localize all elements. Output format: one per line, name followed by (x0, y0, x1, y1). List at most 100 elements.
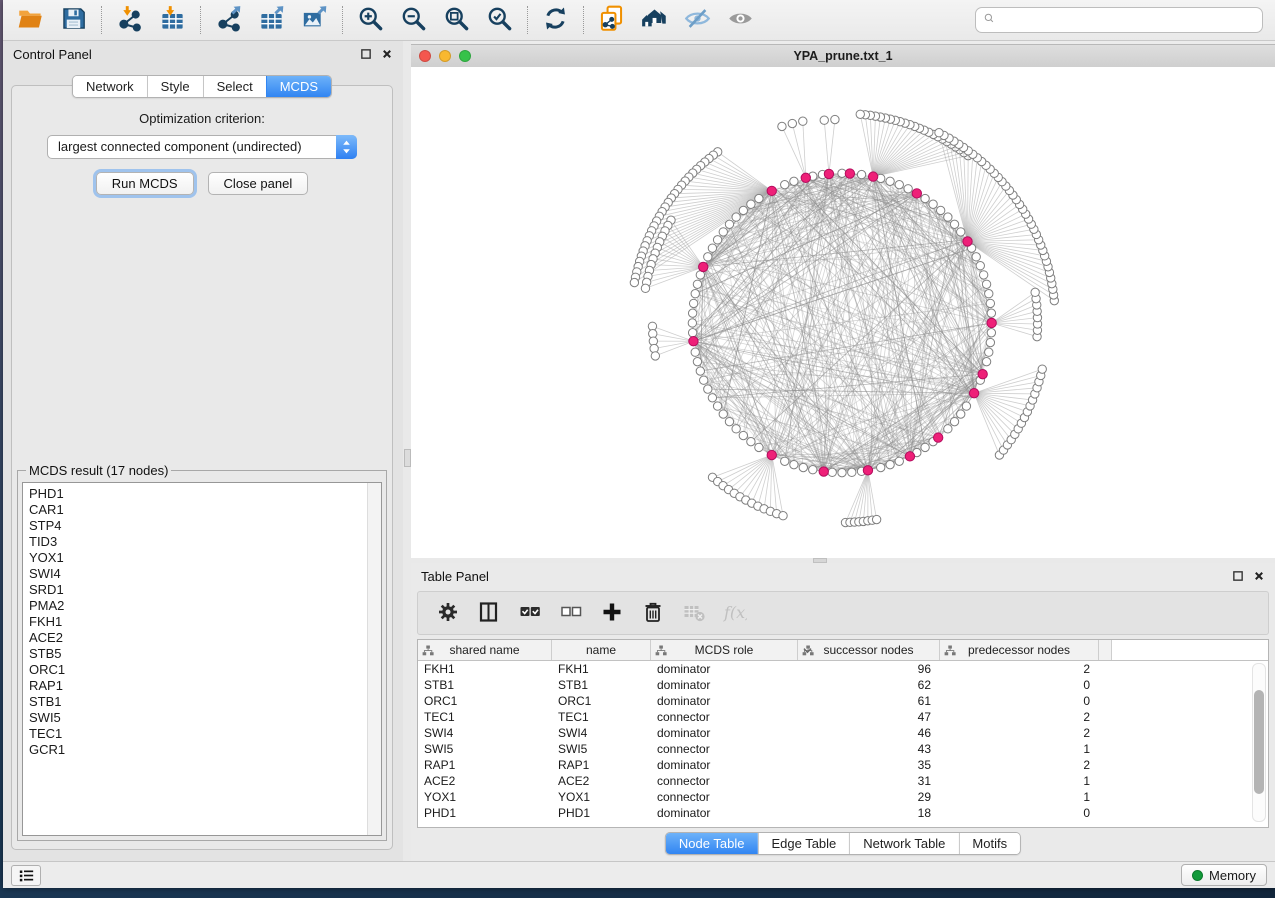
table-row[interactable]: ORC1ORC1dominator610 (418, 693, 1268, 709)
show-columns-button[interactable] (477, 600, 501, 627)
tab-select[interactable]: Select (203, 76, 266, 97)
import-network-button[interactable] (116, 5, 143, 35)
criterion-dropdown[interactable]: largest connected component (undirected) (47, 135, 357, 159)
cell: connector (651, 790, 798, 804)
export-network-button[interactable] (215, 5, 242, 35)
clone-network-button[interactable] (598, 5, 625, 35)
zoom-selected-button[interactable] (486, 5, 513, 35)
table-row[interactable]: PHD1PHD1dominator180 (418, 805, 1268, 821)
mcds-result-item[interactable]: STB5 (29, 646, 381, 662)
tab-network-table[interactable]: Network Table (849, 833, 958, 854)
table-row[interactable]: TEC1TEC1connector472 (418, 709, 1268, 725)
search-input[interactable] (1004, 9, 1262, 31)
first-neighbors-button[interactable] (641, 5, 668, 35)
control-panel-header: Control Panel (3, 41, 403, 67)
mcds-result-item[interactable]: PHD1 (29, 486, 381, 502)
table-row[interactable]: SWI4SWI4dominator462 (418, 725, 1268, 741)
column-header-shared-name[interactable]: shared name (418, 640, 552, 660)
memory-label: Memory (1209, 868, 1256, 883)
table-scrollbar[interactable] (1252, 663, 1266, 822)
export-table-button[interactable] (258, 5, 285, 35)
refresh-view-button[interactable] (542, 5, 569, 35)
mcds-result-item[interactable]: SWI5 (29, 710, 381, 726)
network-canvas[interactable] (411, 67, 1275, 558)
mcds-result-item[interactable]: PMA2 (29, 598, 381, 614)
mcds-result-item[interactable]: STP4 (29, 518, 381, 534)
close-panel-button[interactable]: Close panel (208, 172, 309, 195)
close-panel-icon[interactable] (1253, 570, 1265, 582)
import-table-button[interactable] (159, 5, 186, 35)
column-header-predecessor-nodes[interactable]: predecessor nodes (940, 640, 1099, 660)
zoom-fit-button[interactable] (443, 5, 470, 35)
tab-style[interactable]: Style (147, 76, 203, 97)
show-all-button[interactable] (727, 5, 754, 35)
show-columns-icon (477, 600, 501, 624)
cell: SWI5 (552, 742, 651, 756)
zoom-out-button[interactable] (400, 5, 427, 35)
table-settings-button[interactable] (436, 600, 460, 627)
task-list-button[interactable] (11, 865, 41, 886)
open-file-button[interactable] (17, 5, 44, 35)
zoom-in-button[interactable] (357, 5, 384, 35)
maximize-window-icon[interactable] (459, 50, 471, 62)
table-row[interactable]: STB1STB1dominator620 (418, 677, 1268, 693)
table-row[interactable]: SWI5SWI5connector431 (418, 741, 1268, 757)
tab-node-table[interactable]: Node Table (666, 833, 758, 854)
result-list-scrollbar[interactable] (367, 483, 381, 835)
network-window-titlebar[interactable]: YPA_prune.txt_1 (411, 44, 1275, 68)
mcds-result-item[interactable]: STB1 (29, 694, 381, 710)
float-panel-icon[interactable] (1232, 570, 1244, 582)
column-header-MCDS-role[interactable]: MCDS role (651, 640, 798, 660)
table-row[interactable]: RAP1RAP1dominator352 (418, 757, 1268, 773)
mcds-result-item[interactable]: GCR1 (29, 742, 381, 758)
tab-edge-table[interactable]: Edge Table (757, 833, 849, 854)
delete-rows-button[interactable] (641, 600, 665, 627)
table-row[interactable]: YOX1YOX1connector291 (418, 789, 1268, 805)
tab-network[interactable]: Network (73, 76, 147, 97)
mcds-result-item[interactable]: SWI4 (29, 566, 381, 582)
column-header-successor-nodes[interactable]: successor nodes (798, 640, 940, 660)
network-view-frame: YPA_prune.txt_1 (411, 41, 1275, 558)
mcds-result-item[interactable]: TEC1 (29, 726, 381, 742)
cell: 46 (798, 726, 940, 740)
memory-button[interactable]: Memory (1181, 864, 1267, 886)
cell: 2 (940, 726, 1099, 740)
scrollbar-thumb[interactable] (1254, 690, 1264, 794)
close-window-icon[interactable] (419, 50, 431, 62)
table-row[interactable]: ACE2ACE2connector311 (418, 773, 1268, 789)
function-builder-button: f(x) (723, 600, 747, 627)
column-header-name[interactable]: name (552, 640, 651, 660)
cell: 47 (798, 710, 940, 724)
vertical-splitter[interactable] (403, 41, 411, 862)
mcds-result-item[interactable]: FKH1 (29, 614, 381, 630)
mcds-result-item[interactable]: RAP1 (29, 678, 381, 694)
column-type-icon (422, 645, 434, 656)
select-all-icon (518, 600, 542, 624)
mcds-result-item[interactable]: SRD1 (29, 582, 381, 598)
save-session-button[interactable] (60, 5, 87, 35)
mcds-result-item[interactable]: CAR1 (29, 502, 381, 518)
cell: ORC1 (418, 694, 552, 708)
network-graph[interactable] (411, 67, 1275, 558)
mcds-result-item[interactable]: ACE2 (29, 630, 381, 646)
mcds-tab-pane: NetworkStyleSelectMCDS Optimization crit… (11, 85, 393, 850)
hide-selected-button[interactable] (684, 5, 711, 35)
cell: RAP1 (552, 758, 651, 772)
run-mcds-button[interactable]: Run MCDS (96, 172, 194, 195)
export-image-button[interactable] (301, 5, 328, 35)
select-all-button[interactable] (518, 600, 542, 627)
mcds-result-item[interactable]: YOX1 (29, 550, 381, 566)
cell: 1 (940, 742, 1099, 756)
table-row[interactable]: FKH1FKH1dominator962 (418, 661, 1268, 677)
tab-motifs[interactable]: Motifs (958, 833, 1020, 854)
cell: SWI5 (418, 742, 552, 756)
deselect-all-button[interactable] (559, 600, 583, 627)
mcds-result-item[interactable]: TID3 (29, 534, 381, 550)
close-panel-icon[interactable] (381, 48, 393, 60)
mcds-result-item[interactable]: ORC1 (29, 662, 381, 678)
add-column-button[interactable] (600, 600, 624, 627)
splitter-grip[interactable] (404, 449, 411, 467)
tab-mcds[interactable]: MCDS (266, 76, 331, 97)
minimize-window-icon[interactable] (439, 50, 451, 62)
float-panel-icon[interactable] (360, 48, 372, 60)
